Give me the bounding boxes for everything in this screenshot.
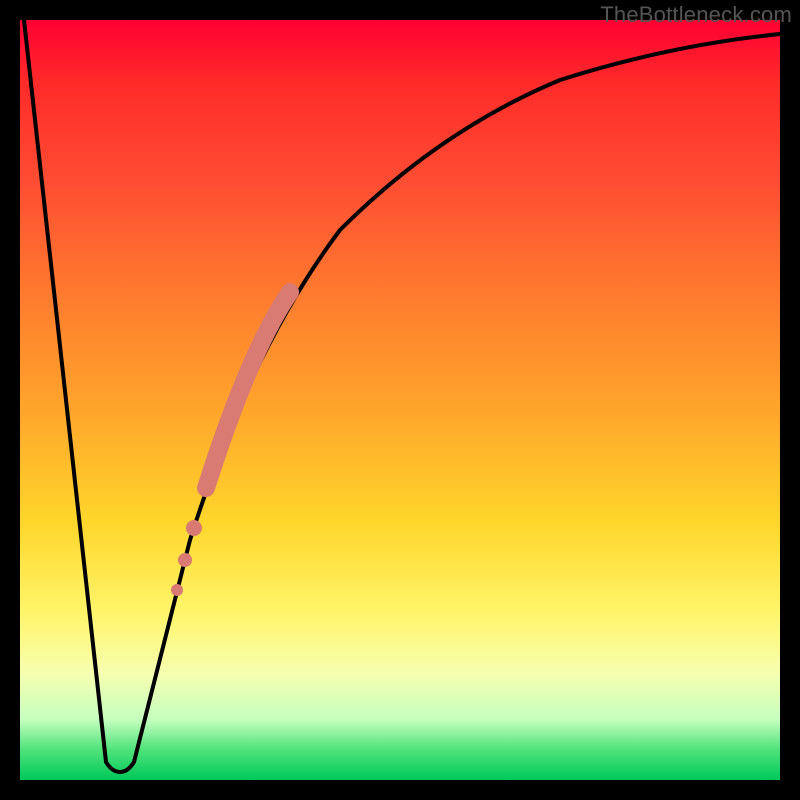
bottleneck-curve	[24, 20, 780, 772]
chart-frame: TheBottleneck.com	[0, 0, 800, 800]
highlight-dot-1	[186, 520, 202, 536]
plot-area	[20, 20, 780, 780]
curve-layer	[20, 20, 780, 780]
highlight-thick-segment	[206, 292, 290, 488]
highlight-dot-2	[178, 553, 192, 567]
highlight-dot-3	[171, 584, 183, 596]
